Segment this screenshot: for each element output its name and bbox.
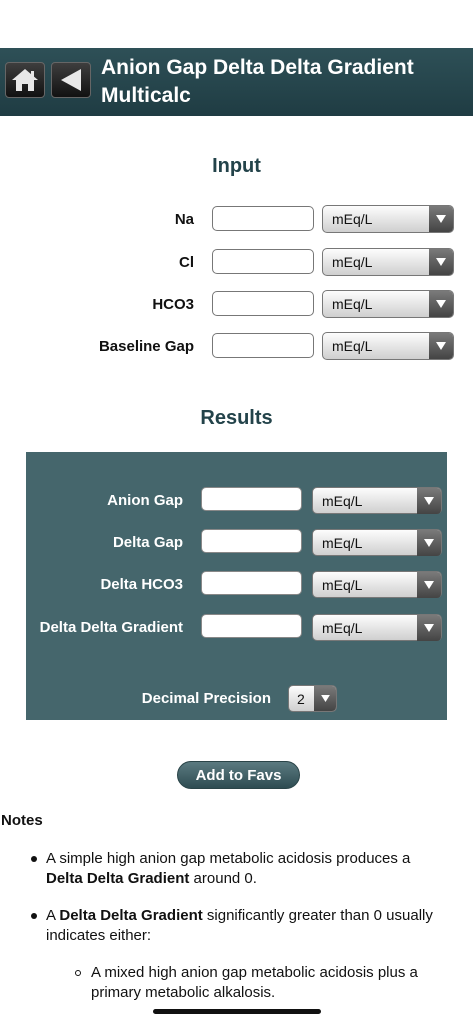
baseline-gap-unit-value: mEq/L — [332, 338, 373, 354]
chevron-down-icon — [429, 206, 453, 232]
delta-hco3-output — [201, 571, 302, 595]
decimal-precision-row: Decimal Precision 2 — [26, 684, 447, 712]
input-row-baseline-gap: Baseline Gap mEq/L — [0, 332, 473, 362]
baseline-gap-unit-select[interactable]: mEq/L — [322, 332, 454, 360]
anion-gap-label: Anion Gap — [107, 492, 183, 509]
results-section-title: Results — [200, 407, 273, 429]
na-input[interactable] — [212, 206, 314, 231]
input-row-hco3: HCO3 mEq/L — [0, 290, 473, 320]
anion-gap-unit-select[interactable]: mEq/L — [312, 487, 442, 514]
results-panel: Anion Gap mEq/L Delta Gap mEq/L Delta HC… — [26, 452, 447, 720]
result-row-delta-hco3: Delta HCO3 mEq/L — [26, 571, 447, 599]
cl-input[interactable] — [212, 249, 314, 274]
hco3-unit-select[interactable]: mEq/L — [322, 290, 454, 318]
note-2-text-b: Delta Delta Gradient — [59, 907, 203, 924]
add-to-favs-button[interactable]: Add to Favs — [177, 761, 300, 789]
cl-unit-value: mEq/L — [332, 254, 373, 270]
bullet-icon — [31, 856, 37, 862]
note-2-text-c: significantly greater than 0 usually — [202, 907, 433, 924]
chevron-down-icon — [314, 686, 336, 711]
note-2-text-d: indicates either: — [46, 927, 152, 944]
note-3-text-a: A mixed high anion gap metabolic acidosi… — [91, 964, 418, 981]
chevron-down-icon — [417, 530, 441, 556]
result-row-delta-delta-gradient: Delta Delta Gradient mEq/L — [26, 614, 447, 642]
delta-hco3-label: Delta HCO3 — [100, 576, 183, 593]
delta-gap-output — [201, 529, 302, 553]
page-title: Anion Gap Delta Delta Gradient Multicalc — [101, 56, 414, 107]
note-1-text-a: A simple high anion gap metabolic acidos… — [46, 850, 411, 867]
cl-label: Cl — [179, 254, 194, 271]
cl-unit-select[interactable]: mEq/L — [322, 248, 454, 276]
hco3-label: HCO3 — [152, 296, 194, 313]
home-icon — [12, 69, 38, 91]
na-unit-value: mEq/L — [332, 211, 373, 227]
decimal-precision-value: 2 — [297, 691, 305, 707]
chevron-down-icon — [429, 333, 453, 359]
chevron-down-icon — [429, 291, 453, 317]
delta-delta-gradient-output — [201, 614, 302, 638]
note-1-text-b: Delta Delta Gradient — [46, 870, 190, 887]
chevron-down-icon — [417, 488, 441, 514]
hco3-input[interactable] — [212, 291, 314, 316]
decimal-precision-label: Decimal Precision — [141, 690, 271, 707]
delta-gap-unit-select[interactable]: mEq/L — [312, 529, 442, 556]
note-2-text-a: A — [46, 907, 60, 924]
input-row-na: Na mEq/L — [0, 205, 473, 235]
delta-hco3-unit-select[interactable]: mEq/L — [312, 571, 442, 598]
delta-delta-gradient-unit-select[interactable]: mEq/L — [312, 614, 442, 641]
chevron-down-icon — [417, 615, 441, 641]
app-header: Anion Gap Delta Delta Gradient Multicalc — [0, 48, 473, 116]
input-row-cl: Cl mEq/L — [0, 248, 473, 278]
na-unit-select[interactable]: mEq/L — [322, 205, 454, 233]
anion-gap-unit-value: mEq/L — [322, 493, 363, 509]
note-3: A mixed high anion gap metabolic acidosi… — [91, 963, 469, 1003]
delta-hco3-unit-value: mEq/L — [322, 577, 363, 593]
hco3-unit-value: mEq/L — [332, 296, 373, 312]
back-arrow-icon — [61, 69, 81, 91]
decimal-precision-select[interactable]: 2 — [288, 685, 337, 712]
anion-gap-output — [201, 487, 302, 511]
notes-title: Notes — [1, 812, 43, 829]
home-button[interactable] — [5, 62, 45, 98]
result-row-anion-gap: Anion Gap mEq/L — [26, 487, 447, 515]
note-2: A Delta Delta Gradient significantly gre… — [46, 906, 466, 946]
baseline-gap-input[interactable] — [212, 333, 314, 358]
note-3-text-b: primary metabolic alkalosis. — [91, 984, 276, 1001]
delta-delta-gradient-label: Delta Delta Gradient — [39, 619, 183, 636]
note-1-text-c: around 0. — [189, 870, 257, 887]
delta-gap-label: Delta Gap — [112, 534, 183, 551]
chevron-down-icon — [417, 572, 441, 598]
sub-bullet-icon — [75, 970, 81, 976]
bullet-icon — [31, 913, 37, 919]
home-indicator[interactable] — [153, 1009, 321, 1014]
baseline-gap-label: Baseline Gap — [98, 338, 194, 355]
note-1: A simple high anion gap metabolic acidos… — [46, 849, 466, 889]
na-label: Na — [174, 211, 194, 228]
delta-delta-gradient-unit-value: mEq/L — [322, 620, 363, 636]
delta-gap-unit-value: mEq/L — [322, 535, 363, 551]
result-row-delta-gap: Delta Gap mEq/L — [26, 529, 447, 557]
input-section-title: Input — [212, 155, 261, 177]
chevron-down-icon — [429, 249, 453, 275]
back-button[interactable] — [51, 62, 91, 98]
